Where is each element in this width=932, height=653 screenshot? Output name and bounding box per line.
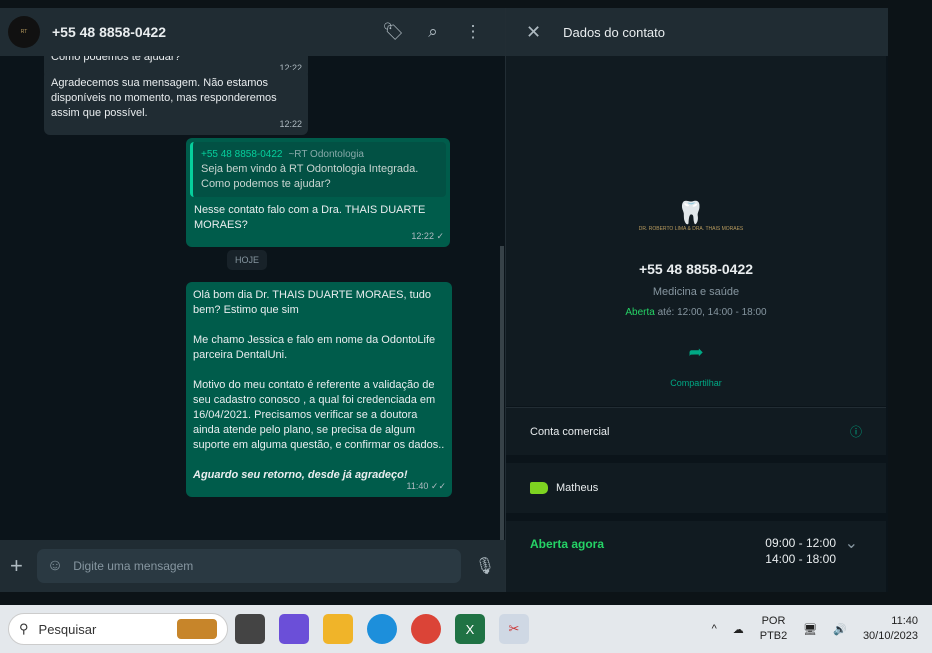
label-name: Matheus <box>556 482 599 494</box>
avatar[interactable]: RT <box>8 16 40 48</box>
share-button[interactable]: Compartilhar <box>506 378 886 388</box>
message-time: 12:22 ✓ <box>411 231 444 241</box>
hours-section[interactable]: Aberta agora 09:00 - 12:00 14:00 - 18:00… <box>506 521 886 592</box>
message-text: Como podemos te ajudar? <box>51 56 181 63</box>
volume-icon[interactable]: 🔊 <box>833 623 847 636</box>
menu-icon[interactable]: ⋮ <box>453 22 493 42</box>
open-status: Aberta até: 12:00, 14:00 - 18:00 <box>625 307 767 318</box>
info-icon[interactable]: ⓘ <box>850 423 862 440</box>
label-tag-icon <box>530 482 548 494</box>
file-explorer-icon[interactable] <box>323 614 353 644</box>
chevron-up-icon[interactable]: ^ <box>712 623 717 635</box>
emoji-icon[interactable]: ☺ <box>47 557 63 575</box>
contact-info-panel: ✕ Dados do contato 🦷 DR. ROBERTO LIMA & DR… <box>505 8 888 592</box>
onedrive-icon[interactable]: ☁ <box>733 623 744 636</box>
quote-text: Seja bem vindo à RT Odontologia Integrad… <box>201 163 419 190</box>
language-indicator[interactable]: POR PTB2 <box>760 614 788 644</box>
quote-name: ~RT Odontologia <box>288 149 364 160</box>
scrollbar[interactable] <box>500 246 504 540</box>
panel-title: Dados do contato <box>563 24 665 40</box>
message-list: Como podemos te ajudar? 12:22 Agradecemo… <box>0 56 505 540</box>
clock[interactable]: 11:40 30/10/2023 <box>863 614 918 644</box>
system-tray: ^ ☁ POR PTB2 🖥 🔊 11:40 30/10/2023 <box>712 605 918 653</box>
hours-line: 14:00 - 18:00 <box>765 552 836 566</box>
hours-line: 09:00 - 12:00 <box>765 536 836 550</box>
taskbar-search[interactable]: ⚲ Pesquisar <box>8 613 228 645</box>
label-icon[interactable]: 🏷 <box>373 22 413 42</box>
message-text: Agradecemos sua mensagem. Não estamos di… <box>51 77 277 119</box>
chat-pane: RT +55 48 8858-0422 🏷 ⌕ ⋮ Como podemos t… <box>0 8 505 592</box>
chrome-icon[interactable] <box>411 614 441 644</box>
quote-author: +55 48 8858-0422 <box>201 149 283 160</box>
excel-icon[interactable]: X <box>455 614 485 644</box>
contact-name[interactable]: +55 48 8858-0422 <box>52 24 373 40</box>
chevron-down-icon[interactable]: ⌄ <box>845 533 858 553</box>
message-time: 12:22 <box>279 119 302 129</box>
hours-title: Aberta agora <box>530 537 605 551</box>
microphone-icon[interactable]: 🎙 <box>475 556 495 576</box>
message-input[interactable]: ☺ Digite uma mensagem <box>36 549 461 583</box>
contact-phone: +55 48 8858-0422 <box>638 261 754 277</box>
profile-logo[interactable]: 🦷 DR. ROBERTO LIMA & DRA. THAIS MORAES <box>636 176 746 256</box>
label-row[interactable]: Matheus <box>506 463 886 513</box>
business-label: Conta comercial <box>530 425 610 438</box>
network-icon[interactable]: 🖥 <box>803 623 817 636</box>
message: Agradecemos sua mensagem. Não estamos di… <box>44 70 308 135</box>
search-highlight-icon <box>177 619 217 639</box>
message-time: 11:40 ✓✓ <box>406 481 446 491</box>
search-icon: ⚲ <box>19 621 29 636</box>
message: Olá bom dia Dr. THAIS DUARTE MORAES, tud… <box>186 282 452 497</box>
day-separator: HOJE <box>227 250 268 270</box>
contact-category: Medicina e saúde <box>652 286 740 298</box>
snipping-tool-icon[interactable]: ✂ <box>499 614 529 644</box>
search-placeholder: Pesquisar <box>38 621 97 637</box>
close-icon[interactable]: ✕ <box>526 22 541 43</box>
attach-icon[interactable]: + <box>10 553 23 579</box>
task-view-icon[interactable] <box>235 614 265 644</box>
taskbar: ⚲ Pesquisar X ✂ ^ ☁ POR PTB2 🖥 🔊 11:40 30/1… <box>0 605 932 653</box>
message-text: Nesse contato falo com a Dra. THAIS DUAR… <box>194 204 426 231</box>
compose-bar: + ☺ Digite uma mensagem 🎙 <box>0 540 505 592</box>
profile-section: 🦷 DR. ROBERTO LIMA & DRA. THAIS MORAES +5… <box>506 56 886 406</box>
quoted-message[interactable]: +55 48 8858-0422 ~RT Odontologia Seja bem… <box>190 142 446 197</box>
search-icon[interactable]: ⌕ <box>413 22 453 42</box>
chat-header[interactable]: RT +55 48 8858-0422 🏷 ⌕ ⋮ <box>0 8 505 56</box>
teams-icon[interactable] <box>279 614 309 644</box>
message-text: Olá bom dia Dr. THAIS DUARTE MORAES, tud… <box>193 289 445 451</box>
message: +55 48 8858-0422 ~RT Odontologia Seja bem… <box>186 138 450 247</box>
input-placeholder: Digite uma mensagem <box>73 559 194 573</box>
share-icon[interactable]: ➦ <box>506 342 886 363</box>
business-account-row[interactable]: Conta comercial ⓘ <box>506 407 886 455</box>
edge-icon[interactable] <box>367 614 397 644</box>
